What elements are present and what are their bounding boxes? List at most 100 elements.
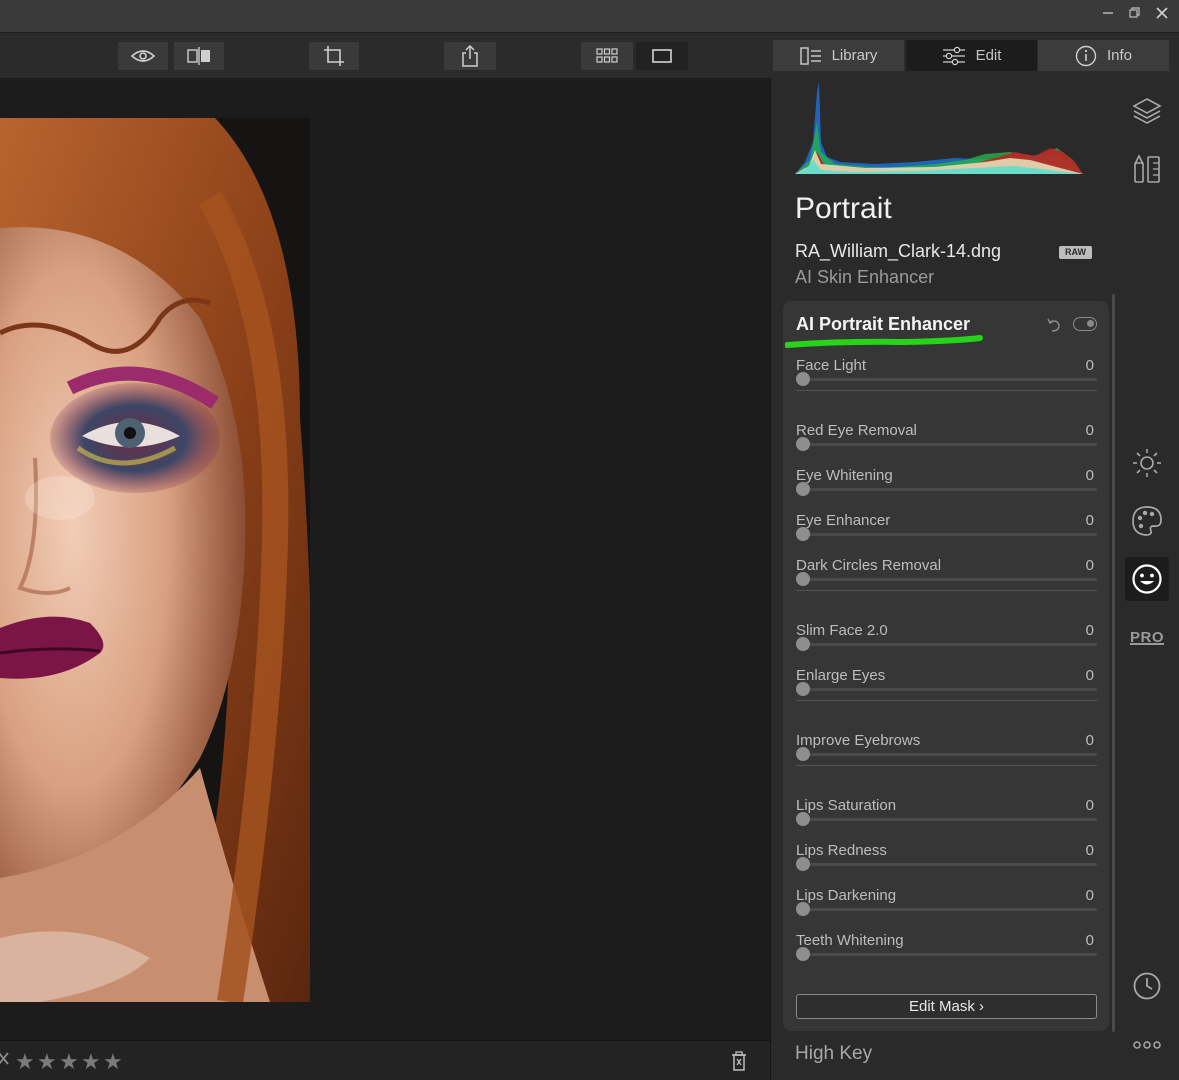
- slider-track[interactable]: [796, 863, 1097, 866]
- slider-value[interactable]: 0: [1086, 512, 1094, 529]
- rating-star[interactable]: ★: [81, 1049, 101, 1075]
- slider-thumb[interactable]: [796, 947, 810, 961]
- slider-value[interactable]: 0: [1086, 357, 1094, 374]
- slider-label: Face Light: [796, 357, 867, 374]
- single-view-button[interactable]: [635, 41, 689, 71]
- slider-eye-whitening[interactable]: Eye Whitening 0: [796, 467, 1097, 507]
- slider-thumb[interactable]: [796, 482, 810, 496]
- slider-track[interactable]: [796, 378, 1097, 381]
- slider-thumb[interactable]: [796, 637, 810, 651]
- group-divider: [796, 765, 1097, 766]
- slider-track[interactable]: [796, 753, 1097, 756]
- slider-eye-enhancer[interactable]: Eye Enhancer 0: [796, 512, 1097, 552]
- slider-enlarge-eyes[interactable]: Enlarge Eyes 0: [796, 667, 1097, 707]
- grid-view-button[interactable]: [580, 41, 634, 71]
- slider-value[interactable]: 0: [1086, 467, 1094, 484]
- slider-lips-saturation[interactable]: Lips Saturation 0: [796, 797, 1097, 837]
- slider-lips-darkening[interactable]: Lips Darkening 0: [796, 887, 1097, 927]
- slider-thumb[interactable]: [796, 437, 810, 451]
- share-icon: [462, 45, 478, 67]
- pro-label: PRO: [1129, 628, 1164, 646]
- slider-value[interactable]: 0: [1086, 422, 1094, 439]
- slider-thumb[interactable]: [796, 682, 810, 696]
- slider-value[interactable]: 0: [1086, 667, 1094, 684]
- history-clock-icon[interactable]: [1125, 964, 1169, 1008]
- slider-dark-circles-removal[interactable]: Dark Circles Removal 0: [796, 557, 1097, 597]
- mode-library-button[interactable]: Library: [773, 40, 904, 71]
- trash-icon[interactable]: [731, 1051, 747, 1076]
- edit-mask-button[interactable]: Edit Mask ›: [796, 994, 1097, 1019]
- restore-icon[interactable]: [1127, 7, 1143, 23]
- section-title[interactable]: AI Portrait Enhancer: [796, 314, 970, 335]
- slider-value[interactable]: 0: [1086, 932, 1094, 949]
- slider-track[interactable]: [796, 643, 1097, 646]
- compare-button[interactable]: [173, 41, 225, 71]
- presets-icon[interactable]: [1125, 148, 1169, 192]
- raw-badge: RAW: [1059, 246, 1092, 259]
- mode-edit-button[interactable]: Edit: [906, 40, 1037, 71]
- slider-thumb[interactable]: [796, 372, 810, 386]
- slider-value[interactable]: 0: [1086, 797, 1094, 814]
- slider-track[interactable]: [796, 953, 1097, 956]
- minimize-icon[interactable]: [1100, 7, 1116, 23]
- slider-track[interactable]: [796, 908, 1097, 911]
- highlight-underline: [785, 335, 983, 348]
- slider-track[interactable]: [796, 688, 1097, 691]
- slider-track[interactable]: [796, 818, 1097, 821]
- slider-thumb[interactable]: [796, 527, 810, 541]
- library-icon: [799, 46, 821, 65]
- portrait-face-icon[interactable]: [1125, 557, 1169, 601]
- pro-icon[interactable]: PRO: [1125, 615, 1169, 659]
- slider-track[interactable]: [796, 533, 1097, 536]
- slider-label: Red Eye Removal: [796, 422, 917, 439]
- slider-track[interactable]: [796, 443, 1097, 446]
- slider-label: Slim Face 2.0: [796, 622, 888, 639]
- panel-scrollbar[interactable]: [1112, 294, 1115, 1032]
- slider-thumb[interactable]: [796, 747, 810, 761]
- slider-thumb[interactable]: [796, 812, 810, 826]
- eye-button[interactable]: [117, 41, 169, 71]
- essentials-sun-icon[interactable]: [1125, 441, 1169, 485]
- slider-teeth-whitening[interactable]: Teeth Whitening 0: [796, 932, 1097, 972]
- reset-icon[interactable]: [1045, 316, 1063, 334]
- slider-face-light[interactable]: Face Light 0: [796, 357, 1097, 397]
- rating-star[interactable]: ★: [59, 1049, 79, 1075]
- rating-star[interactable]: ★: [15, 1049, 35, 1075]
- close-icon[interactable]: [1154, 7, 1170, 23]
- grid-view-icon: [596, 48, 618, 63]
- slider-thumb[interactable]: [796, 572, 810, 586]
- slider-value[interactable]: 0: [1086, 622, 1094, 639]
- slider-value[interactable]: 0: [1086, 887, 1094, 904]
- rating-star[interactable]: ★: [37, 1049, 57, 1075]
- reject-x-icon[interactable]: [0, 1050, 10, 1071]
- slider-thumb[interactable]: [796, 902, 810, 916]
- previous-section-title[interactable]: AI Skin Enhancer: [795, 266, 934, 284]
- info-icon: [1075, 45, 1097, 66]
- title-bar: [0, 0, 1179, 32]
- slider-value[interactable]: 0: [1086, 732, 1094, 749]
- section-toggle[interactable]: [1073, 317, 1097, 331]
- slider-value[interactable]: 0: [1086, 842, 1094, 859]
- slider-slim-face-2-0[interactable]: Slim Face 2.0 0: [796, 622, 1097, 662]
- slider-label: Eye Enhancer: [796, 512, 891, 529]
- image-canvas[interactable]: [0, 78, 770, 1040]
- slider-label: Teeth Whitening: [796, 932, 904, 949]
- slider-red-eye-removal[interactable]: Red Eye Removal 0: [796, 422, 1097, 462]
- slider-track[interactable]: [796, 488, 1097, 491]
- slider-thumb[interactable]: [796, 857, 810, 871]
- slider-label: Lips Redness: [796, 842, 887, 859]
- rating-star[interactable]: ★: [103, 1049, 123, 1075]
- slider-improve-eyebrows[interactable]: Improve Eyebrows 0: [796, 732, 1097, 772]
- creative-palette-icon[interactable]: [1125, 499, 1169, 543]
- next-section-title[interactable]: High Key: [795, 1043, 872, 1065]
- slider-lips-redness[interactable]: Lips Redness 0: [796, 842, 1097, 882]
- slider-value[interactable]: 0: [1086, 557, 1094, 574]
- mode-info-button[interactable]: Info: [1038, 40, 1169, 71]
- share-button[interactable]: [443, 41, 497, 71]
- single-view-icon: [652, 49, 672, 63]
- slider-track[interactable]: [796, 578, 1097, 581]
- top-toolbar: Library Edit Info: [0, 32, 1179, 78]
- more-icon[interactable]: [1125, 1023, 1169, 1067]
- crop-button[interactable]: [308, 41, 360, 71]
- layers-icon[interactable]: [1125, 89, 1169, 133]
